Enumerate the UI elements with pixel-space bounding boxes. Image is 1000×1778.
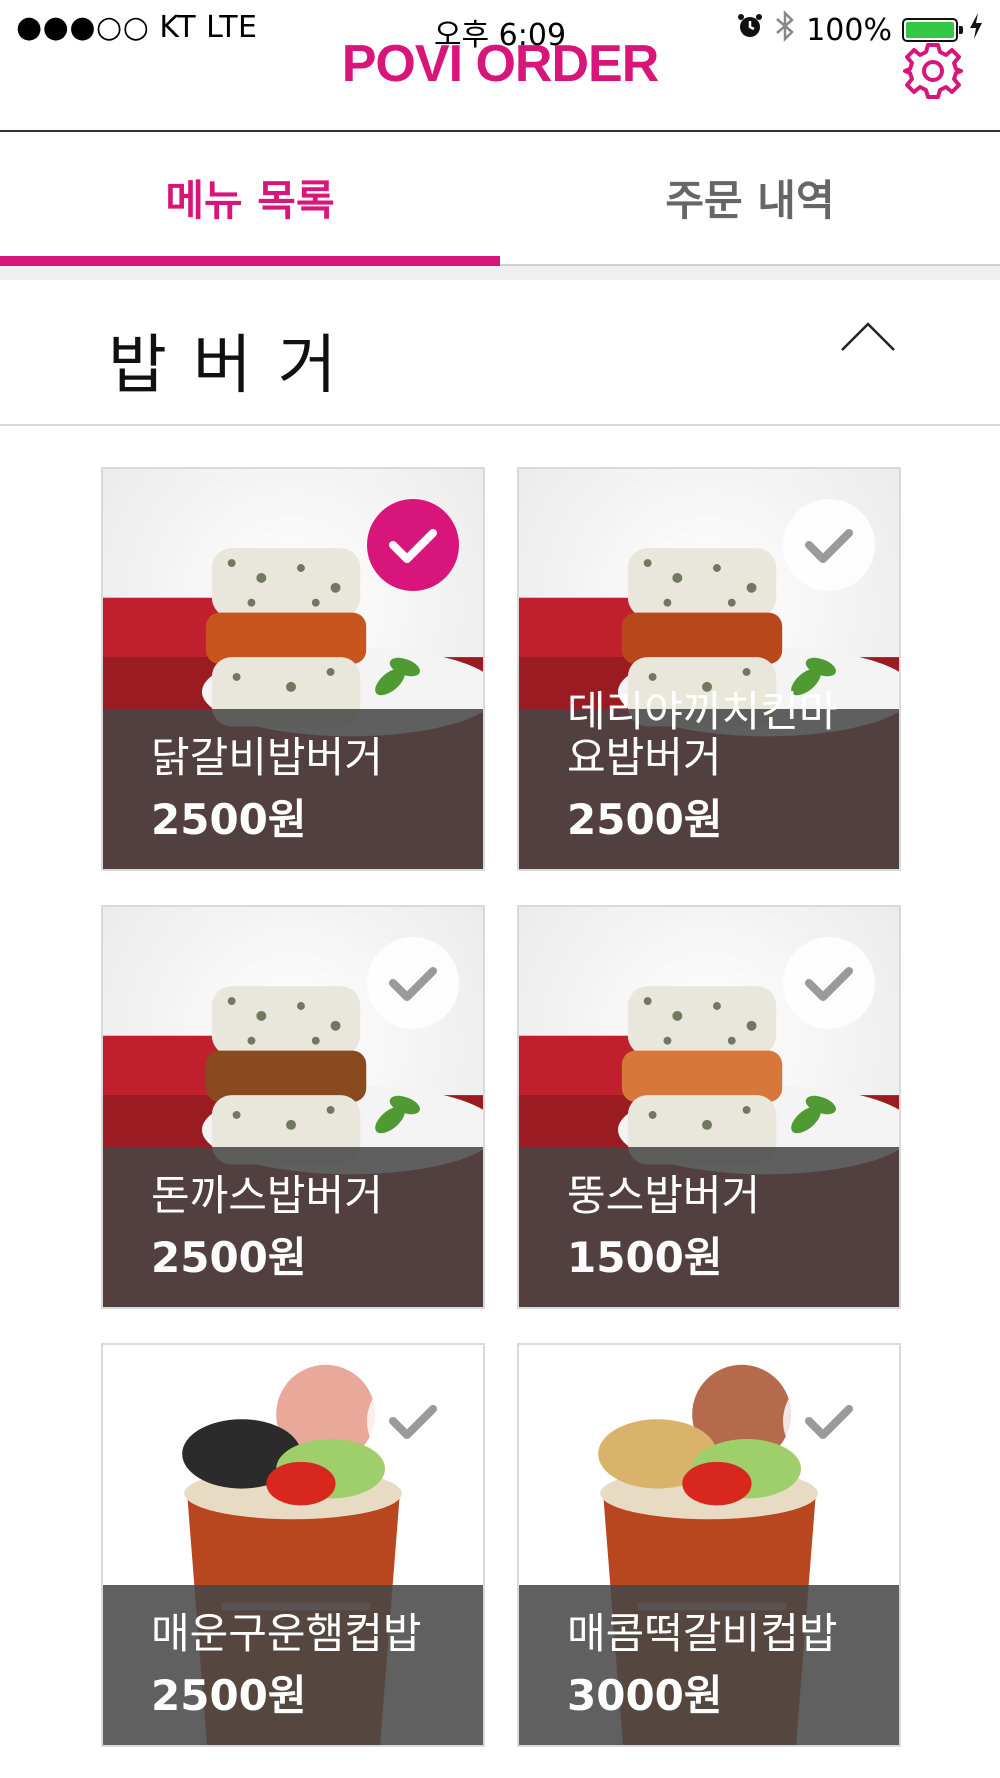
app-title: POVI ORDER	[341, 35, 660, 93]
active-tab-indicator	[0, 256, 500, 266]
menu-item-name: 데리야끼치킨마요밥버거	[567, 687, 838, 782]
menu-item-price: 2500원	[567, 795, 723, 844]
menu-item-card[interactable]: 닭갈비밥버거 2500원	[101, 467, 485, 871]
category-header[interactable]: 밥버거	[0, 280, 1000, 425]
settings-button[interactable]	[902, 40, 964, 102]
category-divider	[0, 424, 1000, 426]
chevron-up-icon[interactable]	[838, 316, 898, 356]
menu-item-card[interactable]: 데리야끼치킨마요밥버거 2500원	[517, 467, 901, 871]
menu-item-card[interactable]: 뚱스밥버거 1500원	[517, 905, 901, 1309]
gear-icon	[903, 43, 963, 99]
menu-item-price: 2500원	[151, 1671, 307, 1720]
check-icon[interactable]	[783, 937, 875, 1029]
menu-item-name: 매콤떡갈비컵밥	[567, 1609, 838, 1658]
check-icon[interactable]	[367, 499, 459, 591]
menu-item-name: 닭갈비밥버거	[151, 733, 383, 782]
menu-item-price: 2500원	[151, 795, 307, 844]
menu-item-name: 돈까스밥버거	[151, 1171, 383, 1220]
menu-item-price: 2500원	[151, 1233, 307, 1282]
tab-order-history[interactable]: 주문 내역	[500, 132, 1000, 262]
check-icon[interactable]	[367, 937, 459, 1029]
check-icon[interactable]	[783, 499, 875, 591]
check-icon[interactable]	[783, 1375, 875, 1467]
menu-item-name: 매운구운햄컵밥	[151, 1609, 422, 1658]
menu-item-card[interactable]: 돈까스밥버거 2500원	[101, 905, 485, 1309]
section-separator	[0, 266, 1000, 280]
menu-item-name: 뚱스밥버거	[567, 1171, 761, 1220]
category-title: 밥버거	[108, 329, 363, 403]
tab-menu-list[interactable]: 메뉴 목록	[0, 132, 500, 262]
menu-item-card[interactable]: 매콤떡갈비컵밥 3000원	[517, 1343, 901, 1747]
check-icon[interactable]	[367, 1375, 459, 1467]
menu-item-price: 3000원	[567, 1671, 723, 1720]
menu-item-price: 1500원	[567, 1233, 723, 1282]
menu-item-card[interactable]: 매운구운햄컵밥 2500원	[101, 1343, 485, 1747]
